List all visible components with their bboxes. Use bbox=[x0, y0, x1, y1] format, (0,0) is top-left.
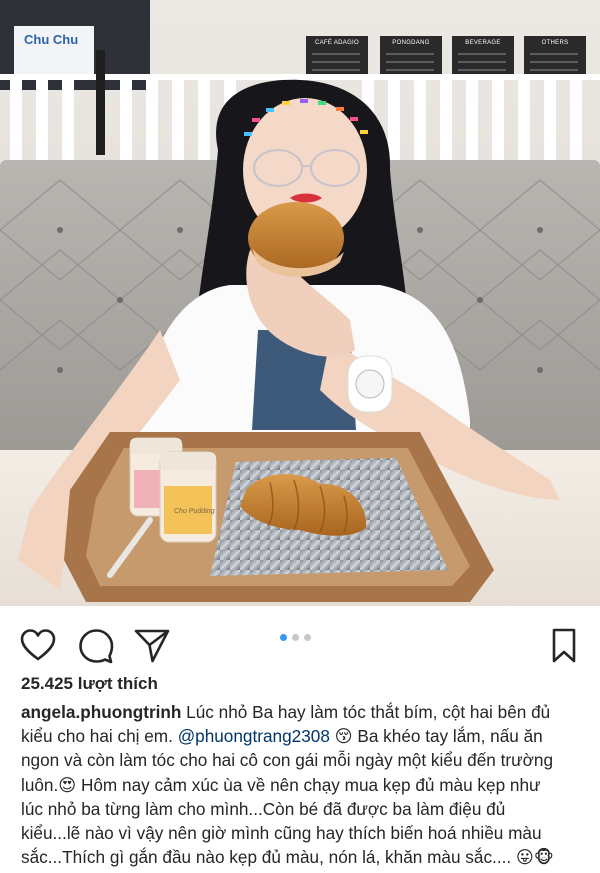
instagram-post: Chu Chu CAFÉ ADAGIO PONGDANG BEVERAGE OT… bbox=[0, 0, 600, 873]
menu-board-others: OTHERS bbox=[541, 40, 569, 46]
carousel-dot-active bbox=[280, 634, 287, 641]
bookmark-icon[interactable] bbox=[546, 626, 582, 666]
caption-username[interactable]: angela.phuongtrinh bbox=[21, 702, 181, 722]
comment-icon[interactable] bbox=[76, 626, 116, 666]
post-caption: angela.phuongtrinh Lúc nhỏ Ba hay làm tó… bbox=[21, 700, 566, 869]
heart-icon[interactable] bbox=[18, 626, 58, 666]
likes-count[interactable]: 25.425 lượt thích bbox=[21, 674, 158, 694]
menu-board-cafe-adagio: CAFÉ ADAGIO bbox=[315, 40, 359, 46]
caption-mention[interactable]: @phuongtrang2308 bbox=[178, 726, 330, 746]
share-icon[interactable] bbox=[132, 626, 172, 666]
photo-illustration bbox=[0, 0, 600, 606]
post-photo[interactable]: Chu Chu CAFÉ ADAGIO PONGDANG BEVERAGE OT… bbox=[0, 0, 600, 606]
menu-board-beverage: BEVERAGE bbox=[465, 40, 501, 46]
menu-board-pongdang: PONGDANG bbox=[392, 40, 430, 46]
carousel-dot bbox=[292, 634, 299, 641]
caption-text-2: 😚 Ba khéo tay lắm, nấu ăn ngon và còn là… bbox=[21, 726, 554, 868]
cafe-sign: Chu Chu bbox=[24, 32, 79, 47]
carousel-indicator bbox=[280, 634, 311, 641]
pudding-jar-label: Chu Pudding bbox=[174, 508, 215, 515]
carousel-dot bbox=[304, 634, 311, 641]
